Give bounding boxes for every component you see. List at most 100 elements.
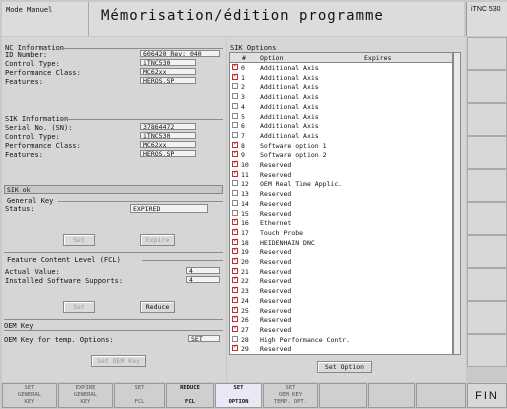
softkey-expire-general-key[interactable]: EXPIRE GENERAL KEY bbox=[58, 383, 113, 408]
option-checkbox[interactable] bbox=[232, 314, 238, 323]
oem-temp-value: SET bbox=[188, 335, 220, 342]
option-checkbox[interactable] bbox=[232, 335, 238, 342]
sik-option-row[interactable]: 23 Reserved bbox=[230, 285, 452, 296]
sik-option-row[interactable]: 3 Additional Axis bbox=[230, 92, 452, 101]
option-checkbox[interactable] bbox=[232, 140, 238, 148]
option-checkbox[interactable] bbox=[232, 83, 238, 90]
option-checkbox[interactable] bbox=[232, 159, 238, 167]
option-checkbox[interactable] bbox=[232, 227, 238, 235]
option-checkbox[interactable] bbox=[232, 93, 238, 100]
option-checkbox[interactable] bbox=[232, 237, 238, 245]
set-oem-key-button[interactable]: Set OEM Key bbox=[91, 355, 146, 367]
general-key-set-button[interactable]: Set bbox=[63, 234, 95, 246]
vertical-softkey-8[interactable] bbox=[467, 268, 507, 301]
softkey-line: SET bbox=[233, 385, 244, 391]
option-number: 23 bbox=[241, 287, 249, 296]
sik-option-row[interactable]: 21 Reserved bbox=[230, 266, 452, 276]
option-checkbox[interactable] bbox=[232, 169, 238, 177]
set-option-button[interactable]: Set Option bbox=[317, 361, 372, 373]
sik-option-row[interactable]: 17 Touch Probe bbox=[230, 227, 452, 237]
option-checkbox[interactable] bbox=[232, 122, 238, 129]
sik-option-row[interactable]: 22 Reserved bbox=[230, 275, 452, 285]
softkey-empty-3[interactable] bbox=[416, 383, 466, 408]
option-checkbox[interactable] bbox=[232, 102, 238, 109]
sik-option-row[interactable]: 9 Software option 2 bbox=[230, 149, 452, 160]
fcl-set-button[interactable]: Set bbox=[63, 301, 95, 313]
option-checkbox[interactable] bbox=[232, 72, 238, 80]
option-checkbox[interactable] bbox=[232, 266, 238, 274]
vertical-softkey-2[interactable] bbox=[467, 70, 507, 103]
option-checkbox[interactable] bbox=[232, 324, 238, 332]
sik-option-row[interactable]: 26 Reserved bbox=[230, 314, 452, 324]
general-key-expire-button[interactable]: Expire bbox=[140, 234, 175, 246]
option-checkbox[interactable] bbox=[232, 275, 238, 284]
sik-option-row[interactable]: 7 Additional Axis bbox=[230, 131, 452, 140]
sik-option-row[interactable]: 5 Additional Axis bbox=[230, 112, 452, 121]
option-checkbox[interactable] bbox=[232, 305, 238, 313]
option-checkbox[interactable] bbox=[232, 217, 238, 226]
option-checkbox[interactable] bbox=[232, 256, 238, 264]
option-name: Software option 2 bbox=[260, 151, 327, 160]
option-checkbox[interactable] bbox=[232, 209, 238, 216]
option-name: Reserved bbox=[260, 209, 292, 218]
option-number: 11 bbox=[241, 170, 249, 179]
option-checkbox[interactable] bbox=[232, 112, 238, 119]
col-num-header: # bbox=[242, 54, 246, 62]
sik-option-row[interactable]: 11 Reserved bbox=[230, 169, 452, 179]
option-checkbox[interactable] bbox=[232, 149, 238, 158]
option-checkbox[interactable] bbox=[232, 246, 238, 255]
vertical-softkey-9[interactable] bbox=[467, 301, 507, 334]
sik-option-row[interactable]: 24 Reserved bbox=[230, 295, 452, 305]
vertical-softkey-10[interactable] bbox=[467, 334, 507, 367]
softkey-set-option[interactable]: SET OPTION bbox=[215, 383, 262, 408]
sik-option-row[interactable]: 12 OEM Real Time Applic. bbox=[230, 179, 452, 188]
vertical-softkey-5[interactable] bbox=[467, 169, 507, 202]
option-name: Additional Axis bbox=[260, 122, 319, 131]
option-name: Reserved bbox=[260, 325, 292, 334]
option-checkbox[interactable] bbox=[232, 180, 238, 187]
vertical-softkey-6[interactable] bbox=[467, 202, 507, 235]
sik-option-row[interactable]: 6 Additional Axis bbox=[230, 121, 452, 130]
option-checkbox[interactable] bbox=[232, 199, 238, 206]
softkey-line bbox=[216, 392, 261, 399]
fcl-reduce-button[interactable]: Reduce bbox=[140, 301, 175, 313]
sik-option-row[interactable]: 18 HEIDENHAIN DNC bbox=[230, 237, 452, 247]
sik-option-row[interactable]: 27 Reserved bbox=[230, 324, 452, 334]
sik-option-row[interactable]: 19 Reserved bbox=[230, 246, 452, 256]
sik-option-row[interactable]: 1 Additional Axis bbox=[230, 72, 452, 82]
sik-option-row[interactable]: 15 Reserved bbox=[230, 209, 452, 218]
option-checkbox[interactable] bbox=[232, 62, 238, 70]
option-checkbox[interactable] bbox=[232, 343, 238, 352]
option-checkbox[interactable] bbox=[232, 190, 238, 197]
fcl-title: Feature Content Level (FCL) bbox=[7, 256, 121, 264]
softkey-set-oem-key-temp[interactable]: SET OEM KEY TEMP. OPT. bbox=[263, 383, 318, 408]
sik-table-scrollbar[interactable] bbox=[453, 52, 461, 355]
sik-option-row[interactable]: 2 Additional Axis bbox=[230, 82, 452, 91]
vertical-softkey-4[interactable] bbox=[467, 136, 507, 169]
softkey-set-fcl[interactable]: SET FCL bbox=[114, 383, 165, 408]
option-checkbox[interactable] bbox=[232, 285, 238, 294]
sik-option-row[interactable]: 4 Additional Axis bbox=[230, 102, 452, 111]
sik-option-row[interactable]: 8 Software option 1 bbox=[230, 140, 452, 150]
softkey-empty-1[interactable] bbox=[319, 383, 367, 408]
sik-option-row[interactable]: 0 Additional Axis bbox=[230, 62, 452, 72]
vertical-softkey-1[interactable] bbox=[467, 37, 507, 70]
sik-option-row[interactable]: 10 Reserved bbox=[230, 159, 452, 169]
sik-option-row[interactable]: 25 Reserved bbox=[230, 305, 452, 315]
softkey-reduce-fcl[interactable]: REDUCE FCL bbox=[166, 383, 214, 408]
vertical-softkey-3[interactable] bbox=[467, 103, 507, 136]
option-checkbox[interactable] bbox=[232, 131, 238, 138]
option-number: 3 bbox=[241, 93, 245, 102]
sik-features-label: Features: bbox=[5, 151, 43, 159]
sik-option-row[interactable]: 29 Reserved bbox=[230, 343, 452, 353]
sik-option-row[interactable]: 20 Reserved bbox=[230, 256, 452, 266]
option-checkbox[interactable] bbox=[232, 295, 238, 303]
softkey-set-general-key[interactable]: SET GENERAL KEY bbox=[2, 383, 57, 408]
vertical-softkey-7[interactable] bbox=[467, 235, 507, 268]
sik-option-row[interactable]: 13 Reserved bbox=[230, 189, 452, 198]
softkey-empty-2[interactable] bbox=[368, 383, 415, 408]
sik-option-row[interactable]: 16 Ethernet bbox=[230, 217, 452, 227]
sik-option-row[interactable]: 14 Reserved bbox=[230, 199, 452, 208]
fin-button[interactable]: FIN bbox=[467, 383, 507, 408]
sik-option-row[interactable]: 28 High Performance Contr. bbox=[230, 335, 452, 344]
